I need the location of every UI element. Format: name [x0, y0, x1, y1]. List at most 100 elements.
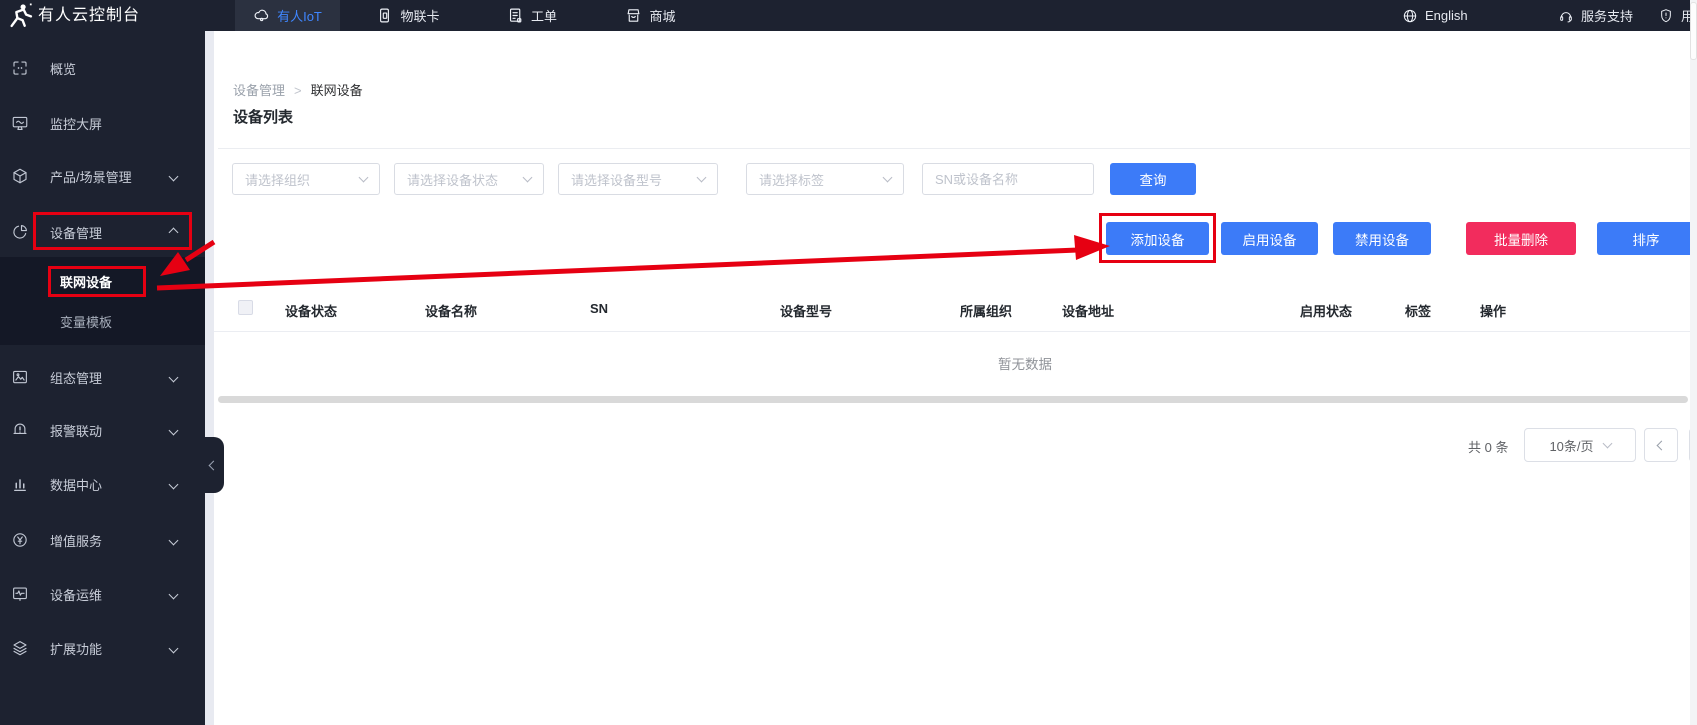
sidebar-item-product-scene[interactable]: 产品/场景管理: [0, 156, 205, 196]
sidebar-item-label: 数据中心: [50, 477, 103, 493]
section-divider: [218, 148, 1690, 149]
sidebar-item-extensions[interactable]: 扩展功能: [0, 628, 205, 668]
pie-chart-icon: [11, 223, 29, 241]
tab-label: 物联卡: [400, 9, 440, 24]
sidebar-item-label: 报警联动: [50, 423, 103, 439]
work-order-icon: [509, 8, 522, 23]
add-device-button[interactable]: 添加设备: [1106, 222, 1209, 255]
enable-device-button[interactable]: 启用设备: [1221, 222, 1318, 255]
batch-delete-button[interactable]: 批量删除: [1466, 222, 1576, 255]
col-organization: 所属组织: [960, 304, 1013, 319]
device-management-submenu: 联网设备 变量模板: [0, 257, 205, 345]
sidebar-item-config-management[interactable]: 组态管理: [0, 357, 205, 397]
breadcrumb: 设备管理 > 联网设备: [233, 80, 363, 99]
cloud-icon: [254, 9, 269, 22]
sidebar-collapse-handle[interactable]: [203, 437, 224, 493]
chevron-down-icon: [168, 589, 179, 599]
bar-chart-icon: [11, 475, 29, 493]
col-enable-status: 启用状态: [1300, 304, 1353, 319]
monitor-screen-icon: [11, 114, 29, 132]
sidebar-item-monitor-screen[interactable]: 监控大屏: [0, 103, 205, 143]
vertical-scrollbar-thumb[interactable]: [1690, 2, 1697, 60]
chevron-left-icon: [1656, 440, 1666, 450]
sidebar: 概览 监控大屏 产品/场景管理 设备管理 联网设备 变量模板 组态管理 报警联动…: [0, 0, 205, 725]
col-device-address: 设备地址: [1062, 304, 1115, 319]
page-size-select[interactable]: 10条/页: [1524, 428, 1636, 462]
iot-card-icon: [380, 8, 390, 23]
select-all-checkbox[interactable]: [238, 300, 253, 315]
page-size-value: 10条/页: [1549, 438, 1594, 454]
sidebar-item-label: 设备运维: [50, 587, 103, 603]
chevron-down-icon: [696, 172, 707, 183]
user-center-link[interactable]: 用: [1658, 0, 1694, 31]
horizontal-scrollbar[interactable]: [218, 396, 1688, 403]
chevron-down-icon: [168, 171, 179, 181]
breadcrumb-current: 联网设备: [310, 83, 363, 98]
breadcrumb-separator: >: [294, 83, 302, 98]
query-button[interactable]: 查询: [1110, 163, 1196, 195]
chevron-down-icon: [168, 425, 179, 435]
chevron-down-icon: [358, 172, 369, 183]
vertical-scrollbar[interactable]: [1690, 0, 1697, 725]
subitem-label: 变量模板: [60, 315, 113, 330]
tab-iot-card[interactable]: 物联卡: [358, 0, 458, 31]
col-device-name: 设备名称: [425, 304, 478, 319]
org-select-placeholder: 请选择组织: [245, 172, 311, 188]
breadcrumb-parent[interactable]: 设备管理: [233, 83, 285, 98]
sort-button[interactable]: 排序: [1597, 222, 1695, 255]
sidebar-item-label: 设备管理: [50, 225, 103, 241]
col-device-model: 设备型号: [780, 304, 833, 319]
chevron-up-icon: [168, 227, 179, 237]
service-support-label: 服务支持: [1581, 9, 1634, 24]
sidebar-subitem-networked-devices[interactable]: 联网设备: [0, 261, 205, 305]
shield-icon: [1661, 8, 1671, 22]
overview-icon: [11, 59, 29, 77]
sidebar-item-label: 增值服务: [50, 533, 103, 549]
sidebar-item-label: 产品/场景管理: [50, 169, 132, 185]
sidebar-subitem-variable-template[interactable]: 变量模板: [0, 301, 205, 345]
sidebar-scrollbar[interactable]: [205, 31, 214, 725]
tag-select[interactable]: 请选择标签: [746, 163, 904, 195]
sidebar-item-overview[interactable]: 概览: [0, 48, 205, 88]
tab-work-order[interactable]: 工单: [492, 0, 572, 31]
sidebar-item-label: 监控大屏: [50, 116, 103, 132]
chevron-down-icon: [168, 372, 179, 382]
layers-icon: [11, 639, 29, 657]
service-support-link[interactable]: 服务支持: [1558, 0, 1633, 31]
topbar: 有人云控制台 有人IoT 物联卡 工单 商城 English 服务支持 用: [0, 0, 1697, 31]
yen-circle-icon: [11, 531, 29, 549]
col-device-status: 设备状态: [285, 304, 338, 319]
disable-device-button[interactable]: 禁用设备: [1333, 222, 1431, 255]
globe-icon: [1403, 9, 1417, 22]
tab-usr-iot[interactable]: 有人IoT: [235, 0, 340, 31]
table-empty-text: 暂无数据: [998, 357, 1052, 372]
language-switch[interactable]: English: [1402, 0, 1468, 31]
tab-mall[interactable]: 商城: [608, 0, 693, 31]
store-icon: [628, 9, 640, 22]
chevron-down-icon: [1602, 438, 1612, 449]
device-status-select[interactable]: 请选择设备状态: [394, 163, 544, 195]
cube-icon: [11, 167, 29, 185]
tag-select-placeholder: 请选择标签: [759, 172, 825, 188]
table-header-border: [214, 331, 1690, 332]
sidebar-item-device-ops[interactable]: 设备运维: [0, 574, 205, 614]
alarm-bell-icon: [11, 421, 29, 439]
device-model-select[interactable]: 请选择设备型号: [558, 163, 718, 195]
prev-page-button[interactable]: [1644, 428, 1678, 462]
org-select[interactable]: 请选择组织: [232, 163, 380, 195]
sn-search-input[interactable]: [922, 163, 1094, 195]
pagination-total: 共 0 条: [1468, 440, 1509, 455]
sidebar-item-label: 扩展功能: [50, 641, 103, 657]
sidebar-item-value-added-services[interactable]: 增值服务: [0, 520, 205, 560]
chevron-down-icon: [882, 172, 893, 183]
pulse-monitor-icon: [11, 585, 29, 603]
image-icon: [11, 368, 29, 386]
language-label: English: [1425, 8, 1468, 23]
sidebar-item-label: 概览: [50, 61, 77, 77]
sidebar-item-alarm-linkage[interactable]: 报警联动: [0, 410, 205, 450]
usr-person-logo-icon: [8, 2, 34, 29]
sidebar-item-device-management[interactable]: 设备管理: [0, 212, 205, 252]
table-header: 设备状态 设备名称 SN 设备型号 所属组织 设备地址 启用状态 标签 操作: [214, 293, 1697, 331]
device-model-placeholder: 请选择设备型号: [571, 172, 663, 188]
sidebar-item-data-center[interactable]: 数据中心: [0, 464, 205, 504]
